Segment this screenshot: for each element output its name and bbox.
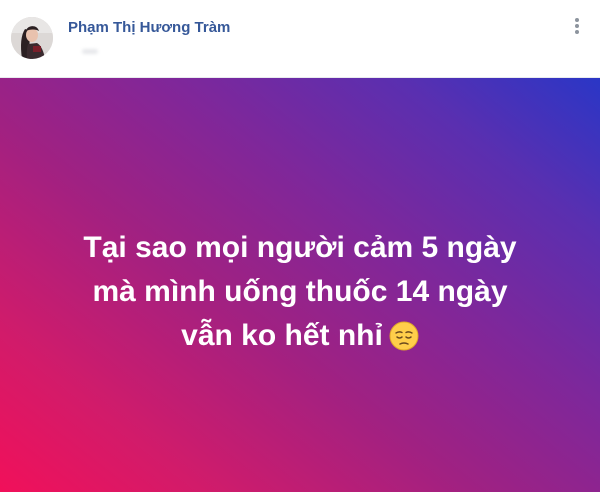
avatar-photo xyxy=(11,17,53,59)
author-name-link[interactable]: Phạm Thị Hương Tràm xyxy=(68,19,230,36)
status-line-3-wrap: vẫn ko hết nhỉ xyxy=(0,314,600,358)
post-meta-blurred xyxy=(68,44,128,58)
author-avatar[interactable] xyxy=(11,17,53,59)
pensive-face-icon xyxy=(389,321,419,351)
post-header: Phạm Thị Hương Tràm xyxy=(0,0,600,77)
more-options-icon[interactable] xyxy=(569,16,587,34)
facebook-post: Phạm Thị Hương Tràm Tại sao mọi người cả… xyxy=(0,0,600,492)
blurred-timestamp xyxy=(82,49,98,54)
status-line-3: vẫn ko hết nhỉ xyxy=(181,319,383,352)
status-line-2: mà mình uống thuốc 14 ngày xyxy=(92,275,508,308)
more-dot-icon xyxy=(575,30,579,34)
status-background-card: Tại sao mọi người cảm 5 ngày mà mình uốn… xyxy=(0,78,600,492)
more-dot-icon xyxy=(575,24,579,28)
status-line-1: Tại sao mọi người cảm 5 ngày xyxy=(83,231,517,264)
status-text: Tại sao mọi người cảm 5 ngày mà mình uốn… xyxy=(0,226,600,358)
more-dot-icon xyxy=(575,18,579,22)
